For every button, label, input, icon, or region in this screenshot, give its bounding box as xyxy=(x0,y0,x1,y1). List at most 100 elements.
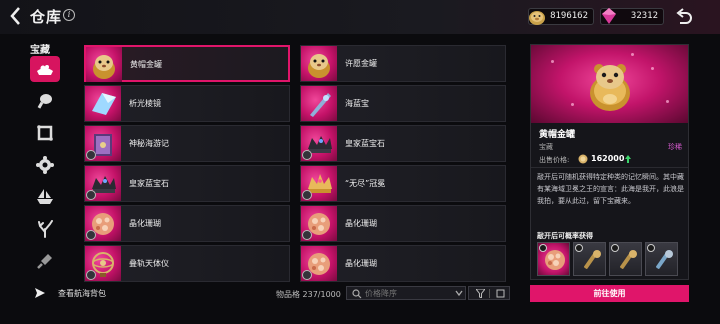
back-chevron-icon[interactable] xyxy=(8,6,22,26)
item-name: 黄帽金罐 xyxy=(130,60,162,69)
item-badge-icon xyxy=(86,270,96,280)
inventory-item[interactable]: 神秘海游记 xyxy=(84,125,290,162)
item-badge-icon xyxy=(86,190,96,200)
ship-icon xyxy=(37,189,53,204)
shovel-icon xyxy=(37,254,52,269)
inventory-item[interactable]: 叠轨天体仪 xyxy=(84,245,290,282)
category-food[interactable] xyxy=(30,88,60,114)
sell-price-label: 出售价格: xyxy=(539,156,570,164)
detail-item-type: 宝藏 xyxy=(539,143,553,151)
category-frame[interactable] xyxy=(30,120,60,146)
currency-coins: 8196162 xyxy=(528,8,594,25)
rewards-title: 敲开后可概率获得 xyxy=(537,232,593,240)
hamster-icon xyxy=(93,55,115,79)
sidebar-title: 宝藏 xyxy=(30,45,50,56)
reward-badge xyxy=(611,244,619,252)
inventory-item[interactable]: “无尽”冠冕 xyxy=(300,165,506,202)
inventory-item[interactable]: 晶化珊瑚 xyxy=(84,205,290,242)
blade-icon xyxy=(310,93,331,117)
inventory-item[interactable]: 海蓝宝 xyxy=(300,85,506,122)
category-treasure[interactable] xyxy=(30,56,60,82)
inventory-item[interactable]: 皇家蓝宝石 xyxy=(84,165,290,202)
treasure-tray-icon xyxy=(37,65,53,75)
item-badge-icon xyxy=(86,150,96,160)
item-name: 晶化珊瑚 xyxy=(129,219,161,228)
cog-flower-icon xyxy=(36,156,54,174)
item-name: 析光棱镜 xyxy=(129,99,161,108)
item-thumbnail xyxy=(85,126,121,161)
reward-slot[interactable] xyxy=(537,242,570,276)
currency-gems: 32312 xyxy=(600,8,664,25)
view-bag-label: 查看航海背包 xyxy=(58,289,106,298)
search-input[interactable] xyxy=(365,287,463,299)
sell-price-value: 162000 xyxy=(591,154,625,163)
item-name: 神秘海游记 xyxy=(129,139,169,148)
capacity-label: 物品格 237/1000 xyxy=(276,290,341,299)
reward-slot[interactable] xyxy=(645,242,678,276)
sort-toggle-icon[interactable] xyxy=(454,288,464,298)
item-name: 海蓝宝 xyxy=(345,99,369,108)
detail-item-rarity: 珍稀 xyxy=(668,143,682,151)
item-thumbnail xyxy=(301,126,337,161)
info-icon[interactable]: i xyxy=(63,9,75,21)
go-to-use-button[interactable]: 前往使用 xyxy=(530,285,689,302)
item-thumbnail xyxy=(301,166,337,201)
item-thumbnail xyxy=(301,206,337,241)
inventory-item[interactable]: 析光棱镜 xyxy=(84,85,290,122)
detail-panel: 黄帽金罐 宝藏 珍稀 出售价格: 162000 敲开后可随机获得特定种类的记忆瞬… xyxy=(530,44,689,280)
item-name: 许愿金罐 xyxy=(345,59,377,68)
page-title: 仓库 xyxy=(30,8,63,26)
item-thumbnail xyxy=(85,86,121,121)
item-thumbnail xyxy=(301,46,337,81)
drumstick-icon xyxy=(37,94,52,109)
item-hero-image xyxy=(531,45,688,123)
top-bar: 仓库 i 8196162 32312 xyxy=(0,0,720,34)
item-description: 敲开后可随机获得特定种类的记忆瞬间。其中藏有某海域卫冕之王的宣言：此海是我开，此… xyxy=(537,173,684,205)
sort-search-box[interactable] xyxy=(346,286,466,300)
category-ship[interactable] xyxy=(30,184,60,210)
reward-slot[interactable] xyxy=(573,242,606,276)
category-shovel[interactable] xyxy=(30,248,60,274)
category-cog[interactable] xyxy=(30,152,60,178)
coral-icon xyxy=(38,220,53,238)
return-icon[interactable] xyxy=(674,8,694,26)
settings-icon[interactable] xyxy=(496,289,505,298)
item-thumbnail xyxy=(85,166,121,201)
item-name: 晶化珊瑚 xyxy=(345,259,377,268)
hamster-coin-icon xyxy=(578,154,588,164)
item-name: “无尽”冠冕 xyxy=(345,179,386,188)
filter-divider xyxy=(489,289,490,298)
reward-badge xyxy=(539,244,547,252)
item-thumbnail xyxy=(301,246,337,281)
inventory-item[interactable]: 晶化珊瑚 xyxy=(300,205,506,242)
item-name: 叠轨天体仪 xyxy=(129,259,169,268)
item-badge-icon xyxy=(302,190,312,200)
inventory-item[interactable]: 皇家蓝宝石 xyxy=(300,125,506,162)
reward-slot[interactable] xyxy=(609,242,642,276)
green-arrow-icon xyxy=(625,155,631,163)
inventory-item[interactable]: 许愿金罐 xyxy=(300,45,506,82)
detail-item-name: 黄帽金罐 xyxy=(539,130,576,140)
item-badge-icon xyxy=(86,230,96,240)
item-badge-icon xyxy=(302,230,312,240)
hamster-icon xyxy=(308,54,330,78)
sidebar-footer[interactable]: 查看航海背包 xyxy=(0,283,230,305)
hamster-coin-icon xyxy=(529,11,545,25)
filter-icon xyxy=(476,289,485,298)
item-name: 晶化珊瑚 xyxy=(345,219,377,228)
divider xyxy=(531,167,688,168)
inventory-item[interactable]: 黄帽金罐 xyxy=(84,45,290,82)
navigate-arrow-icon xyxy=(35,288,45,298)
item-thumbnail xyxy=(85,206,121,241)
gem-amount: 32312 xyxy=(630,11,658,21)
pink-gem-icon xyxy=(602,8,616,24)
category-coral[interactable] xyxy=(30,216,60,242)
filter-button[interactable] xyxy=(468,286,510,300)
item-thumbnail xyxy=(301,86,337,121)
item-name: 皇家蓝宝石 xyxy=(129,179,169,188)
inventory-item[interactable]: 晶化珊瑚 xyxy=(300,245,506,282)
item-badge-icon xyxy=(302,150,312,160)
reward-badge xyxy=(575,244,583,252)
search-icon xyxy=(352,289,362,299)
item-thumbnail xyxy=(85,246,121,281)
